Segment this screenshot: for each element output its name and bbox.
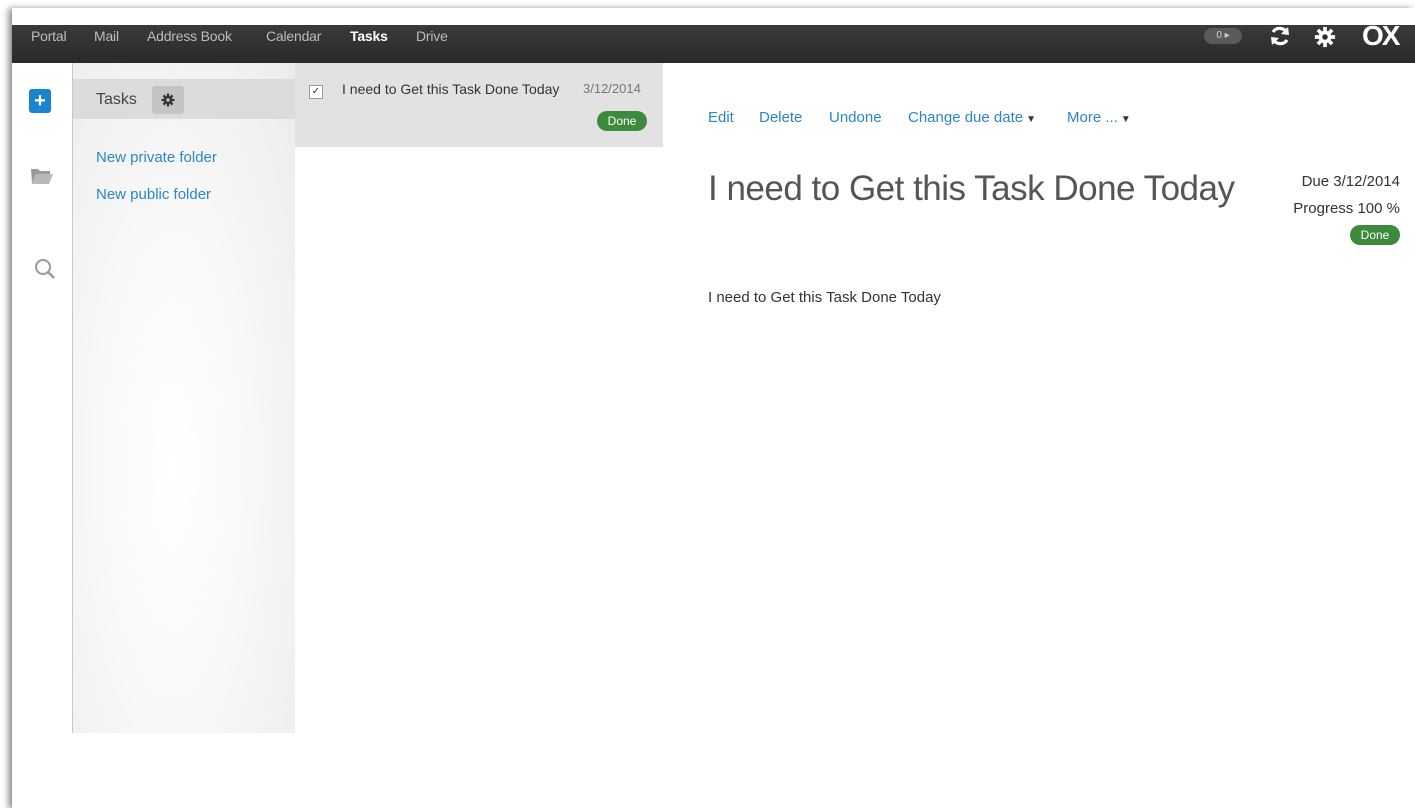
tab-mail[interactable]: Mail [94,25,119,63]
change-due-date-label: Change due date [908,109,1024,126]
folder-tasks[interactable]: Tasks [73,79,295,119]
task-detail-status-badge: Done [1350,225,1400,245]
change-due-date-dropdown[interactable]: Change due date ▼ [908,109,1036,126]
task-note: I need to Get this Task Done Today [708,289,941,306]
due-date: Due 3/12/2014 [1301,173,1400,190]
undone-button[interactable]: Undone [829,109,882,126]
edit-button[interactable]: Edit [708,109,734,126]
tab-tasks[interactable]: Tasks [350,25,388,63]
folder-tree: Tasks New private folder New public fold… [72,63,296,733]
task-item-date: 3/12/2014 [583,81,641,96]
left-icon-rail: + [12,63,72,808]
caret-down-icon: ▼ [1026,114,1037,125]
tab-drive[interactable]: Drive [416,25,448,63]
folder-open-icon[interactable] [30,166,54,191]
task-list-item[interactable]: ✓ I need to Get this Task Done Today 3/1… [295,63,663,147]
caret-down-icon: ▼ [1120,114,1131,125]
more-actions-dropdown[interactable]: More ... ▼ [1067,109,1131,126]
progress-text: Progress 100 % [1293,200,1400,217]
refresh-icon[interactable] [1268,24,1292,53]
more-actions-label: More ... [1067,109,1118,126]
folder-settings-button[interactable] [152,86,184,114]
tab-portal[interactable]: Portal [31,25,67,63]
notifications-badge[interactable]: 0 ▸ [1204,28,1242,44]
new-task-button[interactable]: + [29,89,51,113]
tab-address-book[interactable]: Address Book [147,25,232,63]
ox-logo: OX [1362,20,1400,51]
folder-tasks-label: Tasks [96,91,137,108]
tab-calendar[interactable]: Calendar [266,25,321,63]
task-detail-title: I need to Get this Task Done Today [708,169,1235,208]
task-checkbox[interactable]: ✓ [309,85,323,99]
task-detail-pane: Edit Delete Undone Change due date ▼ More… [663,63,1415,808]
task-item-title: I need to Get this Task Done Today [342,81,560,97]
task-status-badge: Done [597,111,647,131]
delete-button[interactable]: Delete [759,109,802,126]
task-list: ✓ I need to Get this Task Done Today 3/1… [295,63,663,733]
app-window: Portal Mail Address Book Calendar Tasks … [12,8,1415,808]
search-icon[interactable] [34,258,56,285]
top-navigation-bar: Portal Mail Address Book Calendar Tasks … [12,20,1415,63]
new-private-folder-link[interactable]: New private folder [96,149,217,166]
new-public-folder-link[interactable]: New public folder [96,186,211,203]
settings-gear-icon[interactable] [1314,26,1336,53]
